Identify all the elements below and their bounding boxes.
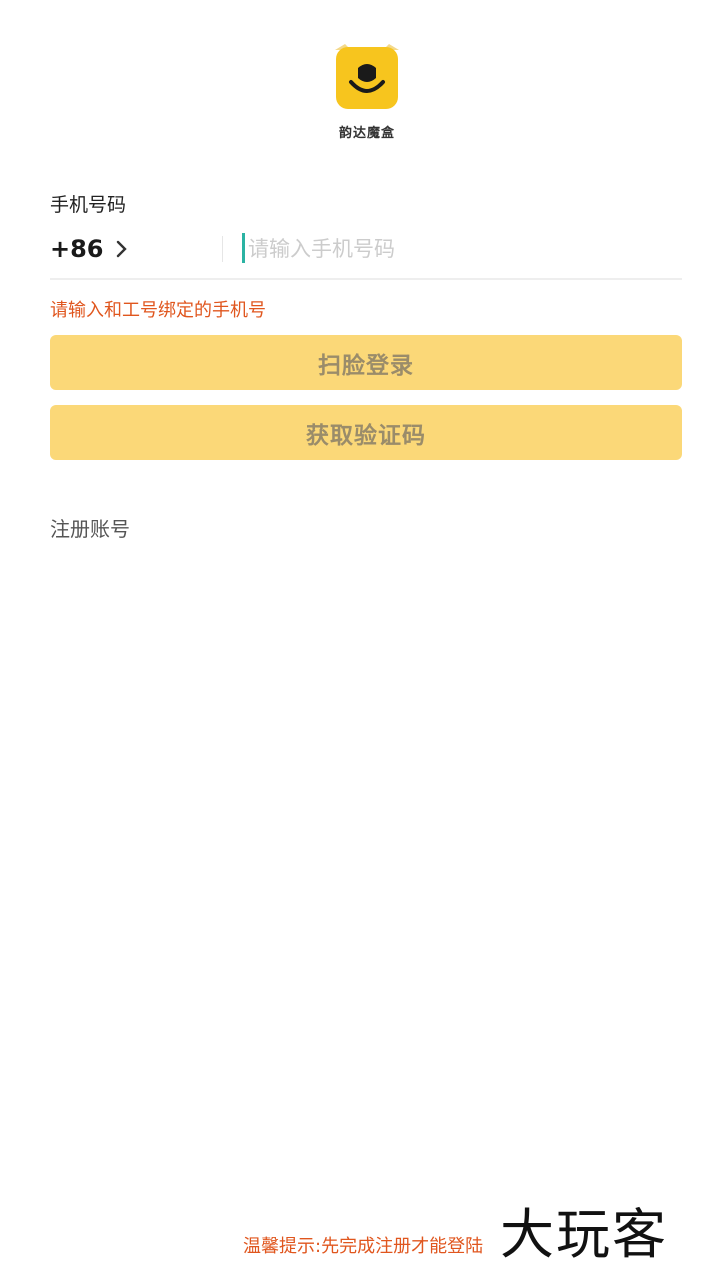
phone-input-row: +86 <box>50 224 682 280</box>
app-logo-icon <box>331 42 403 114</box>
login-page: 韵达魔盒 手机号码 +86 请输入和工号绑定的手机号 扫脸登录 获取验证码 注册… <box>0 0 720 1280</box>
chevron-right-icon <box>114 239 130 259</box>
app-name: 韵达魔盒 <box>338 126 395 141</box>
phone-label: 手机号码 <box>50 194 127 216</box>
watermark: 大玩客 <box>500 1203 668 1266</box>
phone-input[interactable] <box>242 230 678 268</box>
phone-hint: 请输入和工号绑定的手机号 <box>50 300 266 321</box>
footer-tip: 温馨提示:先完成注册才能登陆 <box>243 1236 484 1257</box>
input-divider <box>222 236 223 262</box>
face-login-button[interactable]: 扫脸登录 <box>50 335 682 390</box>
register-link[interactable]: 注册账号 <box>50 513 130 542</box>
get-code-button[interactable]: 获取验证码 <box>50 405 682 460</box>
country-code: +86 <box>50 235 104 263</box>
country-code-selector[interactable]: +86 <box>50 232 130 266</box>
